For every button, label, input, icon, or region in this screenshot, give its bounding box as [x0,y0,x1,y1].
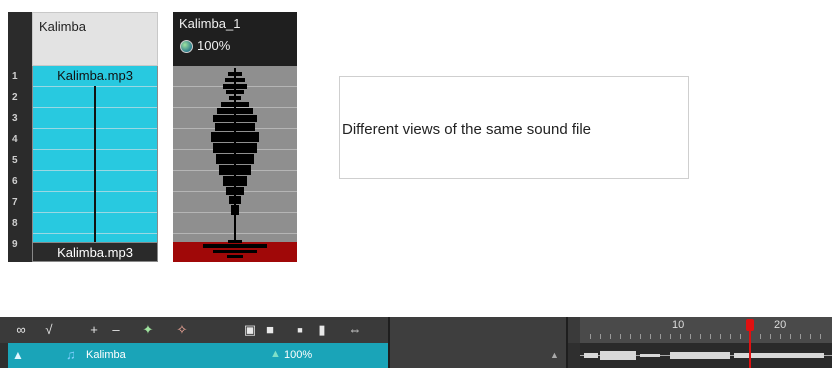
playhead[interactable] [746,317,754,368]
xsheet-column-header[interactable]: Kalimba [32,12,158,66]
music-note-icon: ♫ [66,347,76,362]
column-name: Kalimba [39,19,86,34]
split-icon[interactable]: ⇔ [346,322,364,338]
sound-cell-end[interactable]: Kalimba.mp3 [32,242,158,262]
playhead-handle[interactable] [746,319,754,331]
add-peg-icon[interactable]: ✧ [174,322,190,338]
waveform-column[interactable] [173,66,297,262]
timeline-layer-area: ▲ ♫ Kalimba ▲ 100% [0,343,832,368]
row-number: 4 [12,134,18,145]
square-large-icon[interactable]: ■ [262,322,278,338]
waveform-column-name: Kalimba_1 [179,16,241,31]
speaker-icon[interactable]: ▲ [12,348,24,362]
remove-icon[interactable]: – [108,322,124,338]
waveform-graphic [203,68,267,258]
row-number: 2 [12,92,18,103]
globe-icon [180,40,193,53]
add-icon[interactable]: + [86,322,102,338]
sound-duration-line [94,86,96,242]
square-small-icon[interactable]: ■ [294,322,306,338]
frame-icon[interactable]: ▣ [242,322,258,338]
square-white-icon[interactable]: ▮ [316,322,328,338]
xsheet-sound-column[interactable]: Kalimba.mp3 Kalimba.mp3 [32,66,158,262]
row-number: 6 [12,176,18,187]
volume-label: 100% [197,38,231,53]
row-number: 5 [12,155,18,166]
waveform-column-header[interactable]: Kalimba_1 100% [173,12,297,66]
row-number: 9 [12,239,18,250]
row-number: 8 [12,218,18,229]
row-numbers: 1 2 3 4 5 6 7 8 9 [8,12,32,262]
volume-icon: ▲ [270,348,281,360]
onion-skin-settings-icon[interactable]: √ [40,322,58,338]
layer-name: Kalimba [86,349,126,361]
layer-volume: 100% [284,349,313,361]
onion-skin-icon[interactable]: ∞ [12,322,30,338]
playhead-line [749,331,751,368]
row-number: 3 [12,113,18,124]
row-number: 7 [12,197,18,208]
caption-text: Different views of the same sound file [342,121,592,138]
row-number: 1 [12,71,18,82]
caption-box: Different views of the same sound file [339,76,689,179]
timeline-toolbar: ∞ √ + – ✦ ✧ ▣ ■ ■ ▮ ⇔ [0,317,832,343]
timeline-layer-kalimba[interactable]: ▲ ♫ Kalimba ▲ 100% [8,343,388,368]
add-drawing-icon[interactable]: ✦ [140,322,156,338]
sound-cell-start[interactable]: Kalimba.mp3 [33,66,157,86]
